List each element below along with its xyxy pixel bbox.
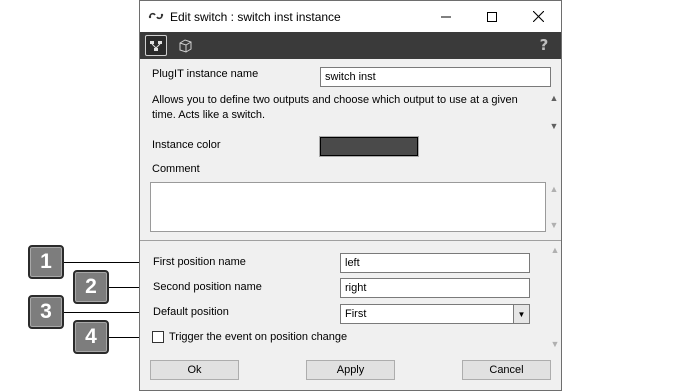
scroll-up-icon[interactable]: ▲	[550, 184, 559, 194]
callout-badge-4: 4	[73, 320, 109, 354]
options-scrollbar[interactable]: ▲ ▼	[548, 243, 560, 351]
help-icon[interactable]: ?	[536, 36, 552, 56]
scroll-down-icon[interactable]: ▼	[551, 339, 560, 349]
edit-switch-dialog: Edit switch : switch inst instance ? Plu…	[139, 0, 562, 391]
first-position-label: First position name	[153, 256, 246, 268]
default-position-label: Default position	[153, 306, 229, 318]
second-position-label: Second position name	[153, 281, 262, 293]
callout-badge-3: 3	[28, 295, 64, 329]
link-icon	[148, 10, 164, 22]
scroll-up-icon[interactable]: ▲	[550, 93, 559, 103]
cancel-button[interactable]: Cancel	[462, 360, 551, 380]
window-title: Edit switch : switch inst instance	[170, 10, 341, 24]
trigger-checkbox[interactable]	[152, 331, 164, 343]
title-bar[interactable]: Edit switch : switch inst instance	[140, 1, 561, 32]
ok-button[interactable]: Ok	[150, 360, 239, 380]
section-divider	[140, 240, 561, 241]
instance-name-input[interactable]: switch inst	[320, 67, 551, 87]
second-position-input[interactable]: right	[340, 278, 530, 298]
callout-leader-1	[64, 262, 149, 263]
close-button[interactable]	[515, 1, 561, 32]
plugin-description: Allows you to define two outputs and cho…	[152, 94, 518, 121]
callout-badge-2: 2	[73, 270, 109, 304]
instance-color-label: Instance color	[152, 139, 221, 151]
maximize-button[interactable]	[469, 1, 515, 32]
comment-textarea[interactable]	[150, 182, 546, 232]
minimize-button[interactable]	[423, 1, 469, 32]
instance-name-label: PlugIT instance name	[152, 68, 259, 80]
apply-button[interactable]: Apply	[306, 360, 395, 380]
scroll-up-icon[interactable]: ▲	[551, 245, 560, 255]
close-icon	[532, 11, 544, 22]
scroll-down-icon[interactable]: ▼	[550, 121, 559, 131]
comment-scrollbar[interactable]: ▲ ▼	[547, 184, 561, 230]
chevron-down-icon[interactable]: ▼	[513, 305, 529, 323]
maximize-icon	[487, 11, 497, 22]
diagram-view-button[interactable]	[145, 35, 167, 56]
minimize-icon	[441, 16, 451, 17]
first-position-input[interactable]: left	[340, 253, 530, 273]
cube-view-button[interactable]	[174, 35, 196, 56]
default-position-value: First	[345, 308, 367, 320]
toolbar: ?	[140, 32, 561, 59]
default-position-select[interactable]: First ▼	[340, 304, 530, 324]
diagram-icon	[150, 40, 162, 51]
callout-leader-3	[64, 312, 149, 313]
description-scrollbar[interactable]: ▲ ▼	[547, 93, 561, 131]
cube-icon	[179, 39, 191, 53]
instance-color-swatch[interactable]	[319, 136, 419, 157]
comment-label: Comment	[152, 163, 200, 175]
trigger-label: Trigger the event on position change	[169, 331, 348, 343]
scroll-down-icon[interactable]: ▼	[550, 220, 559, 230]
callout-badge-1: 1	[28, 245, 64, 279]
